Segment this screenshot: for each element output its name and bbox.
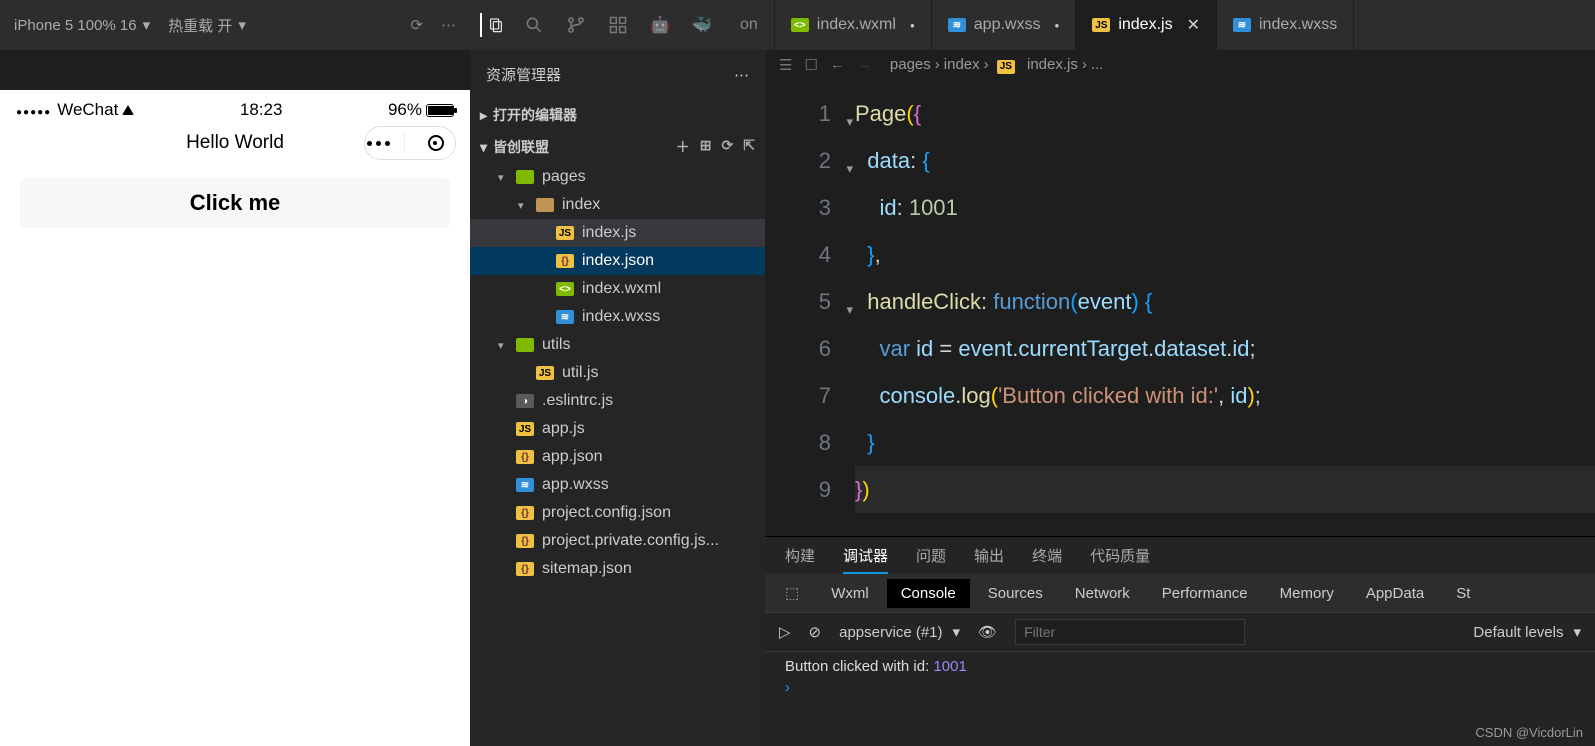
open-editors-section[interactable]: 打开的编辑器 <box>470 99 765 131</box>
close-icon[interactable]: ✕ <box>1187 15 1200 35</box>
explorer-panel: 资源管理器 ⋯ 打开的编辑器 皆创联盟 ＋ ⊞ ⟳ ⇱ ▾pages▾index… <box>470 50 765 746</box>
simulator-panel: WeChat 18:23 96% Hello World Click me <box>0 50 470 746</box>
tree-util-js[interactable]: JSutil.js <box>470 359 765 387</box>
outline-icon[interactable]: ☰ <box>779 56 792 74</box>
tree-app-wxss[interactable]: ≋app.wxss <box>470 471 765 499</box>
collapse-icon[interactable]: ⇱ <box>743 137 755 157</box>
devtools-tab-sources[interactable]: Sources <box>988 585 1043 602</box>
capsule-menu[interactable] <box>364 126 456 160</box>
breadcrumb[interactable]: pages›index› JS index.js›... <box>886 56 1107 74</box>
editor-panel: ☰ ☐ ← → pages›index› JS index.js›... ▾1▾… <box>765 50 1595 746</box>
tree-index[interactable]: ▾index <box>470 191 765 219</box>
bookmark-icon[interactable]: ☐ <box>804 56 817 74</box>
tab-index-wxml[interactable]: <>index.wxml <box>775 0 932 50</box>
capsule-close-icon[interactable] <box>428 135 444 151</box>
status-time: 18:23 <box>240 100 283 120</box>
editor-tabs: on <>index.wxml≋app.wxssJSindex.js✕≋inde… <box>724 0 1595 50</box>
devtools-tab-performance[interactable]: Performance <box>1162 585 1248 602</box>
devtools-tab-wxml[interactable]: Wxml <box>831 585 869 602</box>
tree-utils[interactable]: ▾utils <box>470 331 765 359</box>
panel-tab-0[interactable]: 构建 <box>785 545 815 574</box>
log-levels-select[interactable]: Default levels ▾ <box>1473 623 1581 641</box>
refresh-tree-icon[interactable]: ⟳ <box>722 137 734 157</box>
devtools-tab-appdata[interactable]: AppData <box>1366 585 1424 602</box>
explorer-icon[interactable] <box>480 13 504 37</box>
tree-pages[interactable]: ▾pages <box>470 163 765 191</box>
clear-icon[interactable]: ⊘ <box>809 623 822 641</box>
new-file-icon[interactable]: ＋ <box>676 137 690 157</box>
tab-index-wxss[interactable]: ≋index.wxss <box>1217 0 1354 50</box>
tree-index-js[interactable]: JSindex.js <box>470 219 765 247</box>
panel-tab-2[interactable]: 问题 <box>916 545 946 574</box>
explorer-more-icon[interactable]: ⋯ <box>734 66 749 84</box>
eye-icon[interactable]: 👁 <box>978 623 997 641</box>
page-title: Hello World <box>186 132 284 154</box>
inspect-icon[interactable]: ⬚ <box>785 584 799 602</box>
project-section[interactable]: 皆创联盟 ＋ ⊞ ⟳ ⇱ <box>470 131 765 163</box>
click-me-button[interactable]: Click me <box>20 178 450 228</box>
tree-app-json[interactable]: {}app.json <box>470 443 765 471</box>
devtools-tab-memory[interactable]: Memory <box>1280 585 1334 602</box>
activity-bar: 🤖 🐳 <box>470 13 724 37</box>
tree-project-private-config-js---[interactable]: {}project.private.config.js... <box>470 527 765 555</box>
robot-icon[interactable]: 🤖 <box>648 13 672 37</box>
run-icon[interactable]: ▷ <box>779 623 791 641</box>
nav-fwd-icon[interactable]: → <box>857 56 872 74</box>
tree--eslintrc-js[interactable]: ◑.eslintrc.js <box>470 387 765 415</box>
phone-status-bar: WeChat 18:23 96% <box>0 90 470 124</box>
new-folder-icon[interactable]: ⊞ <box>700 137 712 157</box>
context-select[interactable]: appservice (#1) ▾ <box>839 623 960 641</box>
tree-index-wxss[interactable]: ≋index.wxss <box>470 303 765 331</box>
extensions-icon[interactable] <box>606 13 630 37</box>
devtools-tab-console[interactable]: Console <box>887 579 970 608</box>
capsule-menu-icon[interactable] <box>376 141 381 146</box>
top-toolbar: iPhone 5 100% 16 ▾ 热重载 开 ▾ ⟳ ⋯ 🤖 🐳 on <>… <box>0 0 1595 50</box>
panel-tab-3[interactable]: 输出 <box>974 545 1004 574</box>
devtools-tab-network[interactable]: Network <box>1075 585 1130 602</box>
search-icon[interactable] <box>522 13 546 37</box>
tree-sitemap-json[interactable]: {}sitemap.json <box>470 555 765 583</box>
tab-app-wxss[interactable]: ≋app.wxss <box>932 0 1077 50</box>
tree-app-js[interactable]: JSapp.js <box>470 415 765 443</box>
devtools-tab-st[interactable]: St <box>1456 585 1470 602</box>
device-select[interactable]: iPhone 5 100% 16 ▾ <box>14 16 150 34</box>
branch-icon[interactable] <box>564 13 588 37</box>
code-editor[interactable]: ▾1▾234▾56789 Page({ data: { id: 1001 }, … <box>765 80 1595 536</box>
devtools-panel: 构建调试器问题输出终端代码质量 ⬚ Wxml Console Sources Netw… <box>765 536 1595 746</box>
tab-index-js[interactable]: JSindex.js✕ <box>1076 0 1217 50</box>
docker-icon[interactable]: 🐳 <box>690 13 714 37</box>
more-icon[interactable]: ⋯ <box>441 16 456 34</box>
console-output[interactable]: Button clicked with id: 1001 › <box>765 652 1595 746</box>
filter-input[interactable] <box>1015 619 1245 645</box>
tree-index-wxml[interactable]: <>index.wxml <box>470 275 765 303</box>
tree-project-config-json[interactable]: {}project.config.json <box>470 499 765 527</box>
explorer-title: 资源管理器 <box>486 64 561 85</box>
panel-tab-5[interactable]: 代码质量 <box>1090 545 1150 574</box>
tree-index-json[interactable]: {}index.json <box>470 247 765 275</box>
panel-tab-1[interactable]: 调试器 <box>843 545 888 574</box>
watermark: CSDN @VicdorLin <box>1475 725 1583 740</box>
panel-tab-4[interactable]: 终端 <box>1032 545 1062 574</box>
refresh-icon[interactable]: ⟳ <box>410 16 423 34</box>
nav-back-icon[interactable]: ← <box>830 56 845 74</box>
tab-hidden[interactable]: on <box>724 0 775 50</box>
hot-reload-toggle[interactable]: 热重载 开 ▾ <box>168 15 246 36</box>
